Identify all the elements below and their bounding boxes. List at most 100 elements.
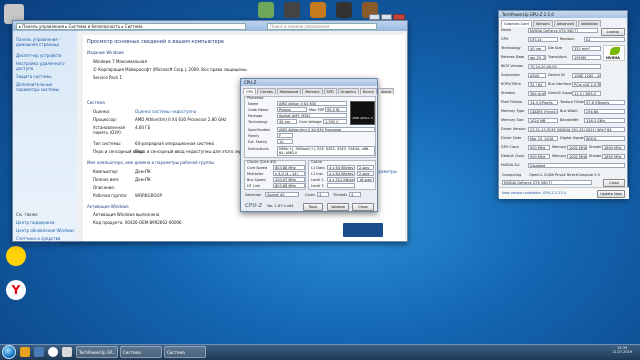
sidebar-protection[interactable]: Защита системы [16, 74, 74, 79]
desktop-icon-yandex[interactable] [6, 246, 26, 266]
extfamily-value: 10 [277, 139, 293, 144]
gpuz-row-value: 14.4 GPixel/s [528, 100, 558, 105]
fullname-label: Полное имя: [93, 177, 120, 182]
bus-speed-value: 200.97 MHz [273, 177, 305, 182]
nvidia-logo-text: NVIDIA [606, 56, 620, 60]
gpuz-row-value: 384 Unified [528, 91, 546, 96]
cpuz-titlebar[interactable]: CPU-Z [241, 79, 377, 86]
rating-label: Оценка: [93, 109, 111, 114]
gpuz-titlebar[interactable]: TechPowerUp GPU-Z 2.5.0 [499, 11, 627, 18]
tab-graphics-card[interactable]: Graphics Card [501, 20, 532, 27]
close-button[interactable]: Close [352, 203, 374, 211]
desktop-shortcut-a[interactable] [258, 2, 274, 18]
tab-about[interactable]: About [377, 88, 395, 94]
tray-icons[interactable] [560, 349, 600, 356]
selection-dropdown[interactable]: Socket #1 [265, 192, 299, 197]
sidebar-home-link[interactable]: Панель управления - домашняя страница [16, 37, 74, 47]
gpuz-row-label2: Memory [552, 154, 567, 158]
breadcrumb[interactable]: ▸ Панель управления ▸ Система и безопасн… [16, 23, 246, 30]
ram-label: Установленная память (ОЗУ): [93, 125, 125, 135]
maximize-button[interactable] [381, 14, 392, 20]
cpuz-brand: CPU-Z [245, 203, 263, 209]
gpu-select[interactable]: NVIDIA GeForce GTX 560 Ti [502, 180, 592, 185]
gpuz-row-value: 900 MHz [528, 145, 550, 150]
package-label: Package [248, 114, 263, 118]
gpuz-row-value: 1024 MB [528, 118, 558, 123]
tab-cpu[interactable]: CPU [243, 88, 257, 94]
close-button[interactable] [393, 14, 405, 20]
clock-date: 11.07.2019 [611, 350, 633, 354]
see-also-update[interactable]: Центр обновления Windows [16, 228, 74, 233]
gpuz-row: NVIDIA SLI Disabled [501, 162, 627, 170]
cpuz-title: CPU-Z [244, 80, 257, 85]
lookup-button[interactable]: Lookup [601, 28, 625, 36]
rating-value[interactable]: Оценка системы недоступна [135, 109, 196, 114]
desktop-shortcut-d[interactable] [336, 2, 352, 18]
gpuz-row-label2: Die Size [548, 46, 563, 50]
tab-sensors[interactable]: Sensors [532, 20, 553, 27]
ht-link-value: 803.88 MHz [273, 183, 305, 188]
cpu-value: AMD Athlon(tm) II X4 630 Processor 2.80 … [135, 117, 227, 122]
desktop-icon-yandex-browser[interactable]: Y [6, 280, 26, 300]
gpuz-row-value2: 128.3 GB/s [584, 118, 625, 123]
gpuz-row-value: NVIDIA GeForce GTX 560 Ti [528, 28, 598, 33]
tab-spd[interactable]: SPD [323, 88, 337, 94]
gpuz-row: BIOS Version 70.24.20.00.00 [501, 63, 627, 71]
tools-button[interactable]: Tools [303, 203, 323, 211]
see-also-perf[interactable]: Счетчики и средства производительности [16, 236, 74, 246]
tab-validation[interactable]: Validation [577, 20, 602, 27]
gpuz-row-label2: Transistors [548, 55, 567, 59]
cores-label: Cores [305, 193, 315, 197]
gpuz-row-label: Name [501, 28, 512, 32]
window-controls [369, 14, 405, 21]
family-value: F [277, 133, 293, 138]
codename-value: Propus [277, 107, 307, 112]
taskbar-pin-3[interactable] [62, 347, 72, 357]
taskbar-item-system-2[interactable]: Система [164, 346, 206, 358]
taskbar-pin-1[interactable] [20, 347, 30, 357]
gpuz-row: Memory Size 1024 MB Bandwidth 128.3 GB/s [501, 117, 627, 125]
gpuz-row-label2: Device ID [548, 73, 565, 77]
cpu-label: Процессор: [93, 117, 117, 122]
activation-status: Активация Windows выполнена [93, 212, 160, 217]
max-tdp-value: 95.0 W [325, 107, 347, 112]
selection-label: Selection [245, 193, 262, 197]
start-button[interactable] [2, 345, 16, 359]
nvidia-logo: NVIDIA [603, 45, 625, 61]
search-input[interactable]: Поиск в панели управления [267, 23, 378, 30]
clock[interactable]: 13:39 11.07.2019 [606, 346, 638, 358]
sidebar-device-manager[interactable]: Диспетчер устройств [16, 53, 74, 58]
taskbar-item-gpuz[interactable]: TechPowerUp GP... [76, 346, 118, 358]
tab-caches[interactable]: Caches [257, 88, 276, 94]
tab-mainboard[interactable]: Mainboard [276, 88, 302, 94]
gpuz-row-value: Mar 23, 2018 [528, 136, 558, 141]
tab-graphics[interactable]: Graphics [337, 88, 360, 94]
gpuz-close-button[interactable]: Close [603, 179, 625, 187]
gpuz-row-label: Default Clock [501, 154, 525, 158]
extfamily-label: Ext. Family [248, 140, 268, 144]
desktop-shortcut-b[interactable] [284, 2, 300, 18]
validate-button[interactable]: Validate [327, 203, 349, 211]
desktop-shortcut-c[interactable] [310, 2, 326, 18]
gpuz-row: Driver Date Mar 23, 2018 Digital Signature… [501, 135, 627, 143]
genuine-badge [343, 223, 383, 237]
see-also-support[interactable]: Центр поддержки [16, 220, 74, 225]
cache-group: Cache L1 Data 4 x 64 KBytes 2-way L1 Ins… [308, 160, 376, 190]
tab-memory[interactable]: Memory [302, 88, 323, 94]
sidebar-remote[interactable]: Настройка удаленного доступа [16, 61, 74, 71]
gpuz-row-label: Memory Size [501, 118, 524, 122]
tab-advanced[interactable]: Advanced [553, 20, 577, 27]
gpuz-row: Name NVIDIA GeForce GTX 560 Ti Lookup [501, 27, 627, 36]
clocks-group: Clocks (Core #0) Core Speed 803.88 MHz M… [244, 160, 306, 190]
sidebar-advanced[interactable]: Дополнительные параметры системы [16, 82, 74, 92]
taskbar-pin-yandex[interactable] [48, 347, 58, 357]
gpuz-row-value: 23.21.13.9135 (NVIDIA 391.35) DCH / Win7… [528, 127, 625, 132]
system-titlebar[interactable]: ▸ Панель управления ▸ Система и безопасн… [13, 21, 407, 31]
tab-bench[interactable]: Bench [360, 88, 377, 94]
taskbar-item-system-1[interactable]: Система [120, 346, 162, 358]
gpuz-row-value2: 11.0 / SM5.0 [572, 91, 601, 96]
update-now-button[interactable]: Update Now [597, 190, 625, 198]
minimize-button[interactable] [369, 14, 380, 20]
clocks-group-title: Clocks (Core #0) [247, 160, 277, 164]
taskbar-pin-2[interactable] [34, 347, 44, 357]
